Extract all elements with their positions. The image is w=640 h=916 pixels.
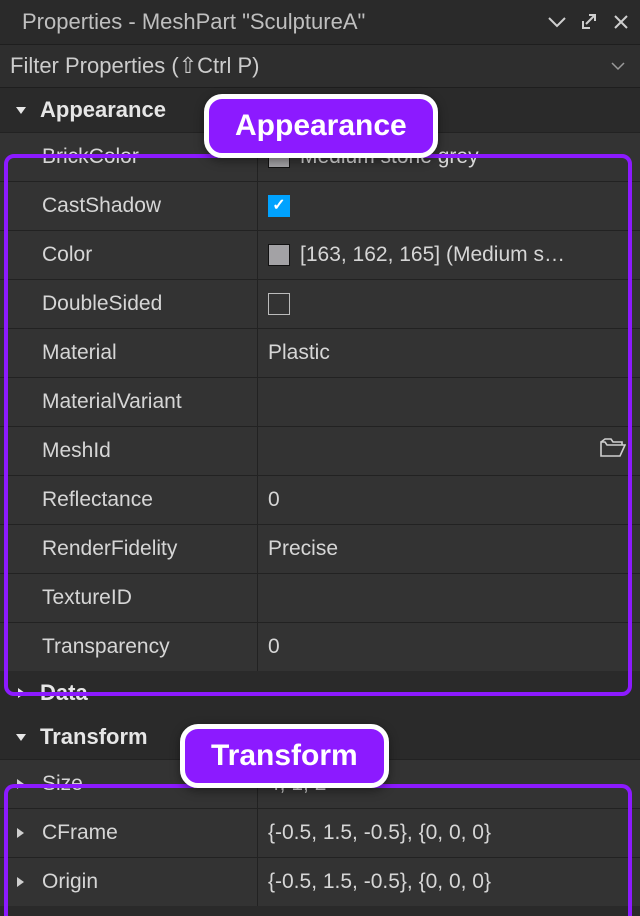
prop-value[interactable]: 0 xyxy=(258,623,640,671)
prop-value-text: {-0.5, 1.5, -0.5}, {0, 0, 0} xyxy=(268,821,491,845)
prop-doublesided[interactable]: DoubleSided xyxy=(0,279,640,328)
prop-value[interactable]: [163, 162, 165] (Medium s… xyxy=(258,231,640,279)
panel-title: Properties - MeshPart "SculptureA" xyxy=(22,9,548,35)
prop-renderfidelity[interactable]: RenderFidelity Precise xyxy=(0,524,640,573)
prop-material[interactable]: Material Plastic xyxy=(0,328,640,377)
prop-value[interactable]: {-0.5, 1.5, -0.5}, {0, 0, 0} xyxy=(258,858,640,906)
prop-value[interactable] xyxy=(258,427,640,475)
prop-label: Color xyxy=(0,231,258,279)
caret-right-icon[interactable] xyxy=(14,827,42,839)
prop-materialvariant[interactable]: MaterialVariant xyxy=(0,377,640,426)
prop-value-text: 0 xyxy=(268,635,280,659)
section-label: Appearance xyxy=(40,97,166,123)
prop-label: CastShadow xyxy=(0,182,258,230)
chevron-down-icon[interactable] xyxy=(548,13,566,31)
appearance-group: BrickColor Medium stone grey CastShadow … xyxy=(0,132,640,671)
prop-label-text: CFrame xyxy=(42,821,118,845)
prop-origin[interactable]: Origin {-0.5, 1.5, -0.5}, {0, 0, 0} xyxy=(0,857,640,906)
caret-down-icon xyxy=(14,103,40,117)
caret-right-icon[interactable] xyxy=(14,876,42,888)
checkbox-unchecked-icon[interactable] xyxy=(268,293,290,315)
prop-value-text: Plastic xyxy=(268,341,330,365)
caret-right-icon[interactable] xyxy=(14,778,42,790)
prop-value-text: 0 xyxy=(268,488,280,512)
close-icon[interactable] xyxy=(612,13,630,31)
checkbox-checked-icon[interactable] xyxy=(268,195,290,217)
prop-label-text: Size xyxy=(42,772,83,796)
prop-cframe[interactable]: CFrame {-0.5, 1.5, -0.5}, {0, 0, 0} xyxy=(0,808,640,857)
prop-label: TextureID xyxy=(0,574,258,622)
filter-bar[interactable]: Filter Properties (⇧Ctrl P) xyxy=(0,44,640,88)
prop-value[interactable]: {-0.5, 1.5, -0.5}, {0, 0, 0} xyxy=(258,809,640,857)
prop-value[interactable] xyxy=(258,280,640,328)
section-header-data[interactable]: Data xyxy=(0,671,640,715)
prop-label: MaterialVariant xyxy=(0,378,258,426)
appearance-callout-badge: Appearance xyxy=(204,94,438,158)
prop-value-text: {-0.5, 1.5, -0.5}, {0, 0, 0} xyxy=(268,870,491,894)
prop-castshadow[interactable]: CastShadow xyxy=(0,181,640,230)
caret-down-icon xyxy=(14,730,40,744)
prop-color[interactable]: Color [163, 162, 165] (Medium s… xyxy=(0,230,640,279)
prop-label: RenderFidelity xyxy=(0,525,258,573)
prop-value[interactable]: Precise xyxy=(258,525,640,573)
window-controls xyxy=(548,13,630,31)
prop-value-text: [163, 162, 165] (Medium s… xyxy=(300,243,565,267)
panel-titlebar: Properties - MeshPart "SculptureA" xyxy=(0,0,640,44)
prop-value[interactable] xyxy=(258,574,640,622)
prop-value[interactable]: 0 xyxy=(258,476,640,524)
properties-panel: Properties - MeshPart "SculptureA" Filte… xyxy=(0,0,640,916)
prop-reflectance[interactable]: Reflectance 0 xyxy=(0,475,640,524)
transform-callout-badge: Transform xyxy=(180,724,389,788)
prop-label: Material xyxy=(0,329,258,377)
prop-transparency[interactable]: Transparency 0 xyxy=(0,622,640,671)
prop-value[interactable] xyxy=(258,378,640,426)
folder-open-icon[interactable] xyxy=(600,438,626,464)
prop-value[interactable] xyxy=(258,182,640,230)
prop-label: MeshId xyxy=(0,427,258,475)
prop-value-text: Precise xyxy=(268,537,338,561)
section-label: Data xyxy=(40,680,88,706)
prop-label: Reflectance xyxy=(0,476,258,524)
section-label: Transform xyxy=(40,724,148,750)
prop-meshid[interactable]: MeshId xyxy=(0,426,640,475)
prop-label: CFrame xyxy=(0,809,258,857)
prop-textureid[interactable]: TextureID xyxy=(0,573,640,622)
filter-menu-icon[interactable] xyxy=(606,61,630,71)
prop-label: DoubleSided xyxy=(0,280,258,328)
prop-label: Transparency xyxy=(0,623,258,671)
prop-label: Origin xyxy=(0,858,258,906)
filter-placeholder: Filter Properties (⇧Ctrl P) xyxy=(10,53,606,79)
prop-label-text: Origin xyxy=(42,870,98,894)
caret-right-icon xyxy=(14,686,40,700)
prop-value[interactable]: Plastic xyxy=(258,329,640,377)
undock-icon[interactable] xyxy=(580,13,598,31)
color-swatch-icon xyxy=(268,244,290,266)
